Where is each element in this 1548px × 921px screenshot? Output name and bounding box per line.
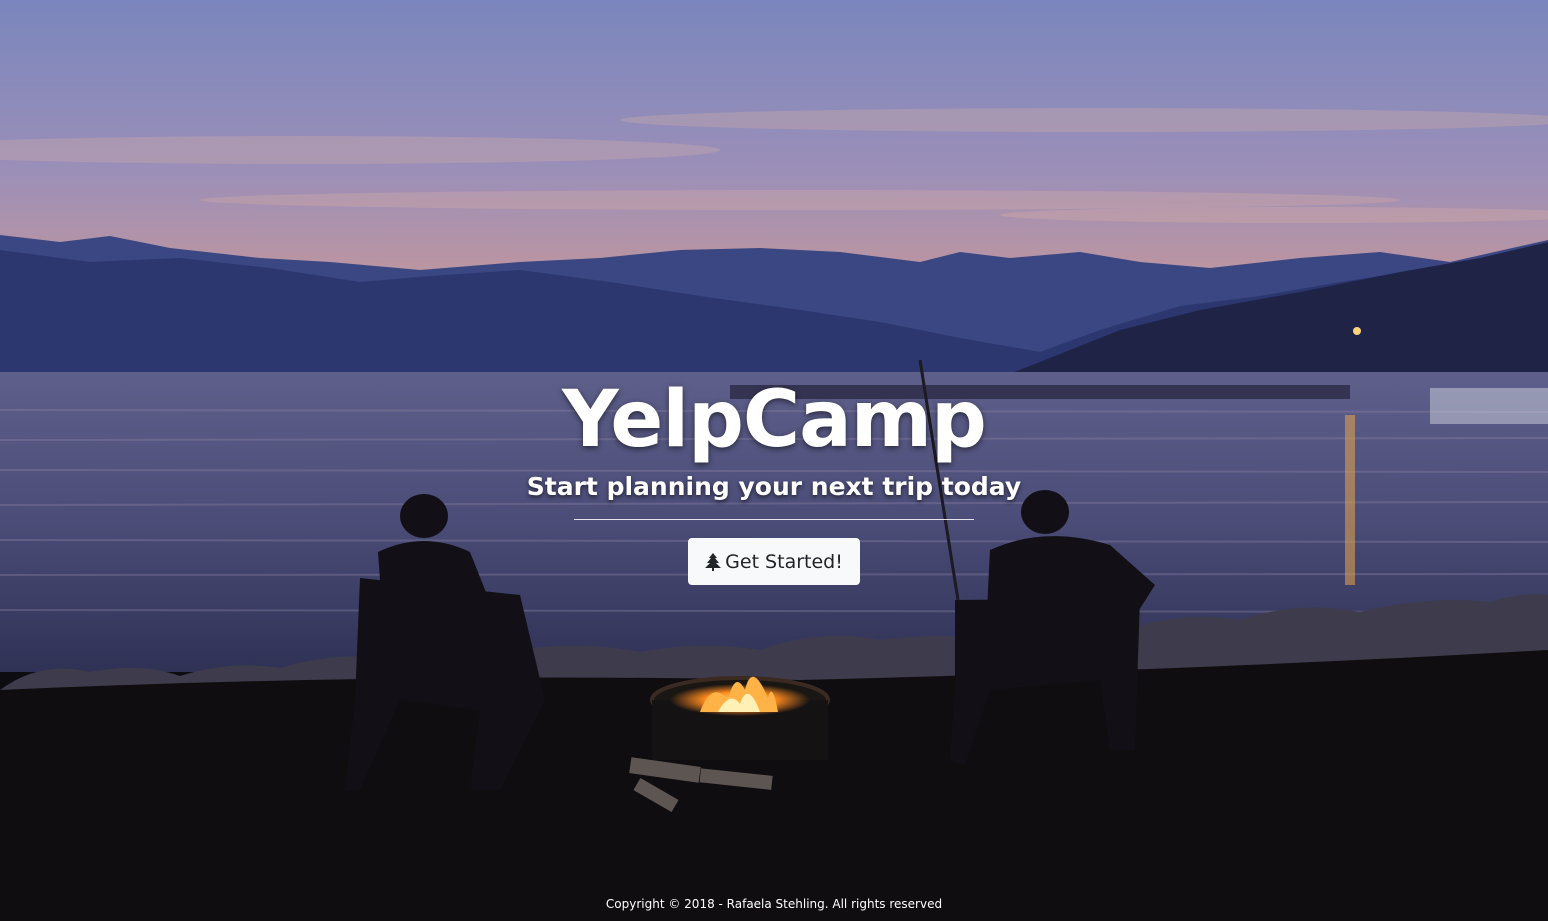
get-started-label: Get Started! (725, 550, 843, 573)
get-started-button[interactable]: Get Started! (688, 538, 860, 585)
footer: Copyright © 2018 - Rafaela Stehling. All… (0, 895, 1548, 913)
hero-subtitle: Start planning your next trip today (526, 472, 1022, 501)
copyright-text: Copyright © 2018 - Rafaela Stehling. All… (605, 897, 943, 911)
tree-icon (705, 552, 722, 571)
hero-divider (574, 519, 974, 520)
hero-section: YelpCamp Start planning your next trip t… (0, 372, 1548, 585)
landing-page: YelpCamp Start planning your next trip t… (0, 0, 1548, 921)
page-title: YelpCamp (562, 375, 987, 465)
